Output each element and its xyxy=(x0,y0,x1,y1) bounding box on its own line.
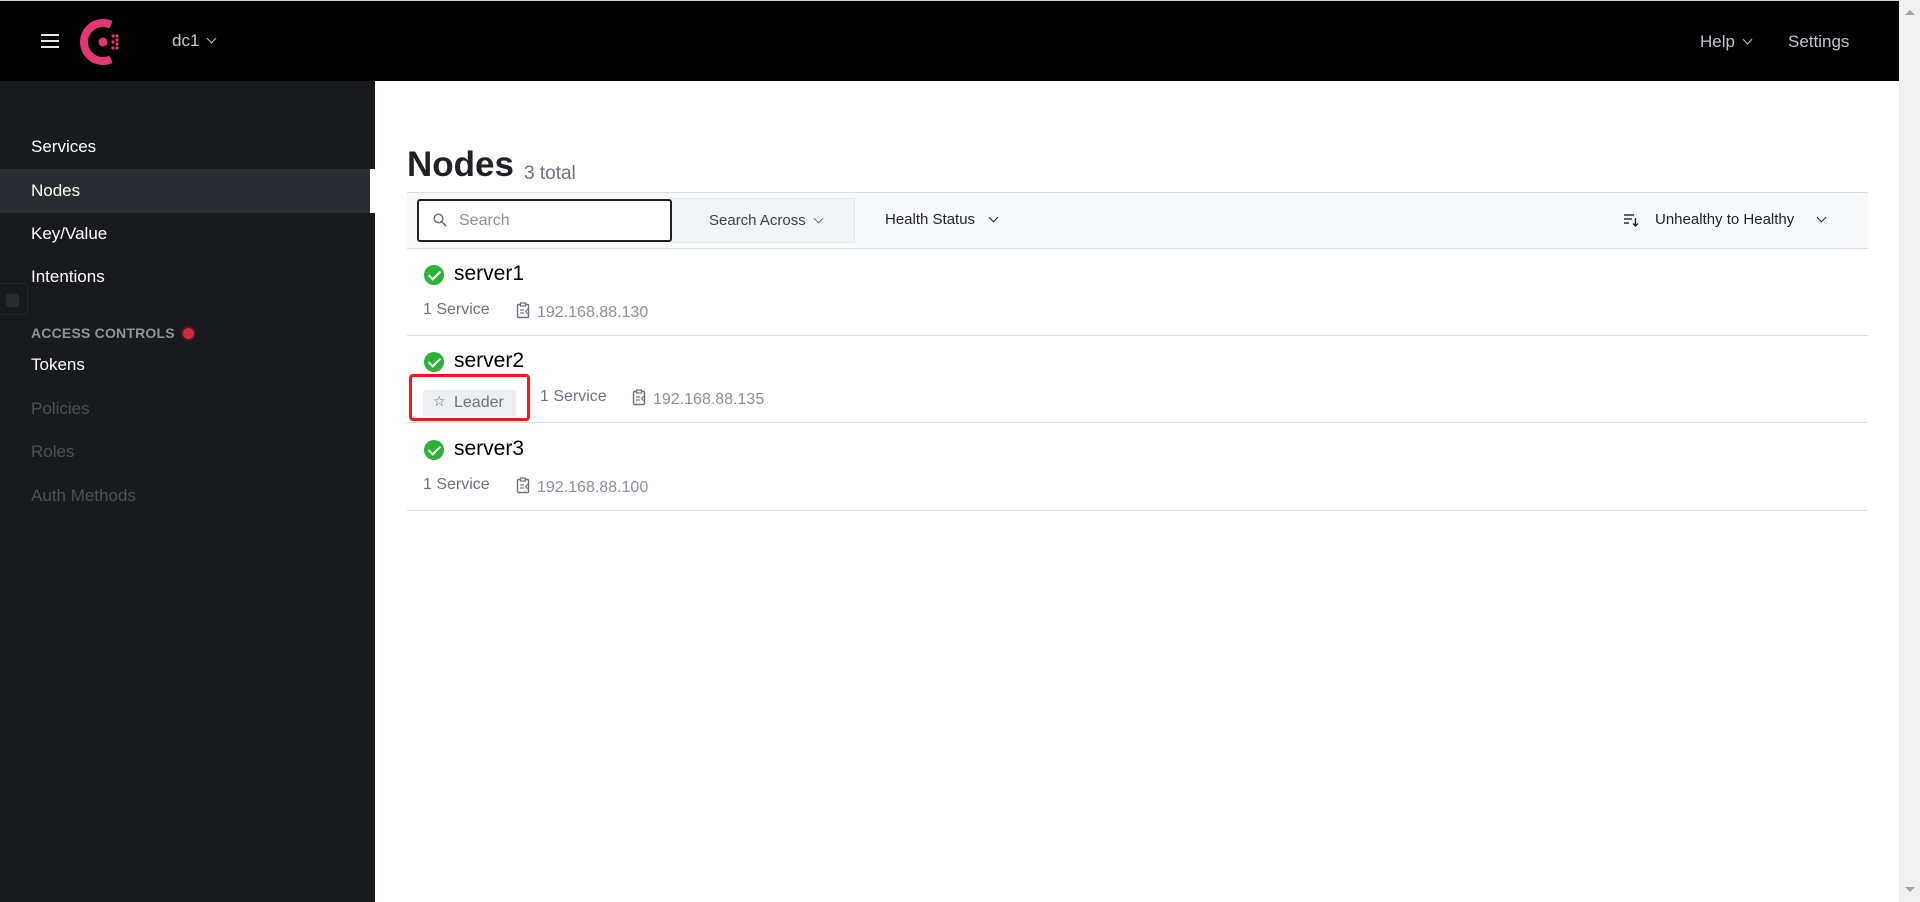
sort-label: Unhealthy to Healthy xyxy=(1655,211,1795,228)
sidebar-item-services[interactable]: Services xyxy=(31,137,96,157)
status-dot-icon xyxy=(182,328,194,339)
health-passing-icon xyxy=(424,352,444,372)
search-icon xyxy=(433,213,447,227)
chevron-down-icon xyxy=(1742,34,1753,45)
active-item-indicator xyxy=(370,169,375,213)
health-status-label: Health Status xyxy=(885,211,976,228)
chevron-down-icon xyxy=(813,213,824,224)
square-icon xyxy=(6,294,19,307)
search-input[interactable] xyxy=(459,209,659,233)
sidebar: Services Nodes Key/Value Intentions ACCE… xyxy=(0,81,375,902)
health-passing-icon xyxy=(424,265,444,285)
clipboard-address-icon xyxy=(516,302,530,319)
node-address: 192.168.88.100 xyxy=(537,479,649,496)
scroll-up-arrow-icon[interactable] xyxy=(1905,10,1915,15)
chevron-down-icon xyxy=(988,212,999,223)
access-controls-heading: ACCESS CONTROLS xyxy=(31,325,194,341)
settings-link[interactable]: Settings xyxy=(1788,32,1849,52)
help-label: Help xyxy=(1700,32,1735,51)
top-navigation-bar: dc1 Help Settings xyxy=(0,0,1899,81)
scroll-down-arrow-icon[interactable] xyxy=(1905,887,1915,892)
sidebar-item-intentions[interactable]: Intentions xyxy=(31,267,105,287)
sort-dropdown[interactable]: Unhealthy to Healthy xyxy=(1655,211,1827,228)
vertical-scrollbar[interactable] xyxy=(1899,0,1920,902)
consul-logo-icon[interactable] xyxy=(80,19,126,65)
node-count: 3 total xyxy=(524,163,576,184)
help-menu[interactable]: Help xyxy=(1700,32,1753,52)
node-list-item[interactable]: server2 ☆ Leader 1 Service 192.168.88.13… xyxy=(407,336,1868,423)
sort-icon xyxy=(1624,214,1639,227)
clipboard-address-icon xyxy=(516,477,530,494)
chevron-down-icon xyxy=(1816,212,1827,223)
search-across-label: Search Across xyxy=(709,212,806,229)
node-address: 192.168.88.135 xyxy=(653,391,765,408)
node-name: server3 xyxy=(454,437,525,460)
chevron-down-icon xyxy=(206,33,217,44)
filter-bar: Search Across Health Status Unhealthy to… xyxy=(407,192,1868,249)
clipboard-address-icon xyxy=(632,389,646,406)
hamburger-menu-icon[interactable] xyxy=(41,34,59,48)
access-controls-label: ACCESS CONTROLS xyxy=(31,325,175,341)
search-across-dropdown[interactable]: Search Across xyxy=(672,198,855,243)
app-root: dc1 Help Settings Services Nodes Key/Val… xyxy=(0,0,1920,902)
node-address: 192.168.88.130 xyxy=(537,304,649,321)
star-icon: ☆ xyxy=(433,393,446,409)
datacenter-label: dc1 xyxy=(172,31,200,50)
service-count: 1 Service xyxy=(540,388,607,405)
sidebar-item-policies: Policies xyxy=(31,399,90,418)
node-list-item[interactable]: server3 1 Service 192.168.88.100 xyxy=(407,424,1868,511)
sidebar-item-key-value[interactable]: Key/Value xyxy=(31,224,107,244)
service-count: 1 Service xyxy=(423,301,490,318)
page-title: Nodes xyxy=(407,145,514,184)
datacenter-select[interactable]: dc1 xyxy=(172,31,217,51)
health-status-dropdown[interactable]: Health Status xyxy=(885,211,999,228)
node-list-item[interactable]: server1 1 Service 192.168.88.130 xyxy=(407,249,1868,336)
node-name: server1 xyxy=(454,262,525,285)
sidebar-item-tokens[interactable]: Tokens xyxy=(31,355,85,375)
search-field[interactable] xyxy=(417,199,672,242)
sidebar-item-nodes[interactable]: Nodes xyxy=(31,181,80,201)
leader-badge: ☆ Leader xyxy=(423,390,516,416)
sidebar-edge-toggle[interactable] xyxy=(0,283,28,315)
health-passing-icon xyxy=(424,440,444,460)
sidebar-item-roles: Roles xyxy=(31,442,75,461)
leader-label: Leader xyxy=(454,394,504,411)
node-name: server2 xyxy=(454,349,525,372)
sidebar-item-auth-methods: Auth Methods xyxy=(31,486,136,505)
service-count: 1 Service xyxy=(423,476,490,493)
